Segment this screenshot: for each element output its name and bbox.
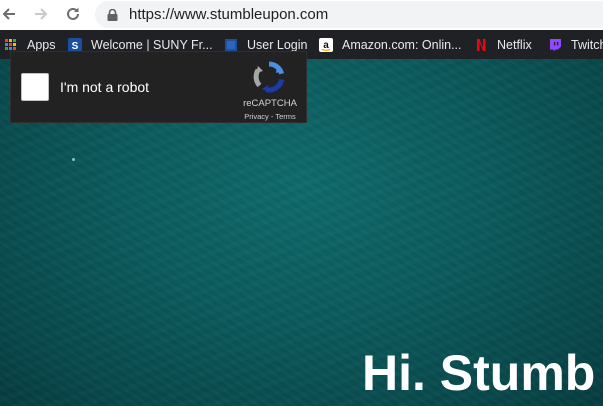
arrow-left-icon xyxy=(2,8,15,20)
twitch-icon xyxy=(548,38,562,52)
user-login-icon xyxy=(224,38,238,52)
lock-icon xyxy=(107,9,118,21)
bookmark-amazon[interactable]: a Amazon.com: Onlin... xyxy=(319,37,462,53)
page: https://www.stumbleupon.com Apps S Welco… xyxy=(0,0,603,406)
bookmark-twitch[interactable]: Twitch xyxy=(548,37,603,53)
apps-grid-icon xyxy=(4,38,18,52)
captcha-label: I'm not a robot xyxy=(60,79,150,95)
bookmark-label: User Login xyxy=(247,38,308,52)
privacy-link[interactable]: Privacy xyxy=(244,112,269,121)
url-text: https://www.stumbleupon.com xyxy=(129,6,329,23)
bookmark-label: Welcome | SUNY Fr... xyxy=(91,38,213,52)
recaptcha-brand: reCAPTCHA xyxy=(243,98,297,109)
netflix-icon xyxy=(474,38,488,52)
amazon-icon: a xyxy=(319,38,333,52)
hero-title: Hi. Stumb xyxy=(362,345,596,401)
arrow-right-icon xyxy=(35,8,48,20)
recaptcha-widget: I'm not a robot reCAPTCHA Privacy - Term… xyxy=(10,51,307,123)
suny-icon: S xyxy=(68,38,82,52)
reload-button[interactable] xyxy=(62,3,84,25)
bookmark-label: Netflix xyxy=(497,38,532,52)
terms-link[interactable]: Terms xyxy=(275,112,295,121)
bookmark-label: Amazon.com: Onlin... xyxy=(342,38,462,52)
background-speck xyxy=(72,158,75,161)
forward-button[interactable] xyxy=(30,3,52,25)
back-button[interactable] xyxy=(0,3,20,25)
browser-toolbar: https://www.stumbleupon.com xyxy=(0,0,603,30)
bookmark-label: Apps xyxy=(27,38,56,52)
address-bar[interactable]: https://www.stumbleupon.com xyxy=(95,1,603,28)
reload-icon xyxy=(67,7,79,20)
captcha-checkbox[interactable] xyxy=(21,73,49,101)
bookmark-label: Twitch xyxy=(571,38,603,52)
link-separator: - xyxy=(270,112,274,121)
recaptcha-logo-icon xyxy=(253,61,285,93)
bookmark-netflix[interactable]: Netflix xyxy=(474,37,532,53)
captcha-links: Privacy - Terms xyxy=(237,112,303,121)
